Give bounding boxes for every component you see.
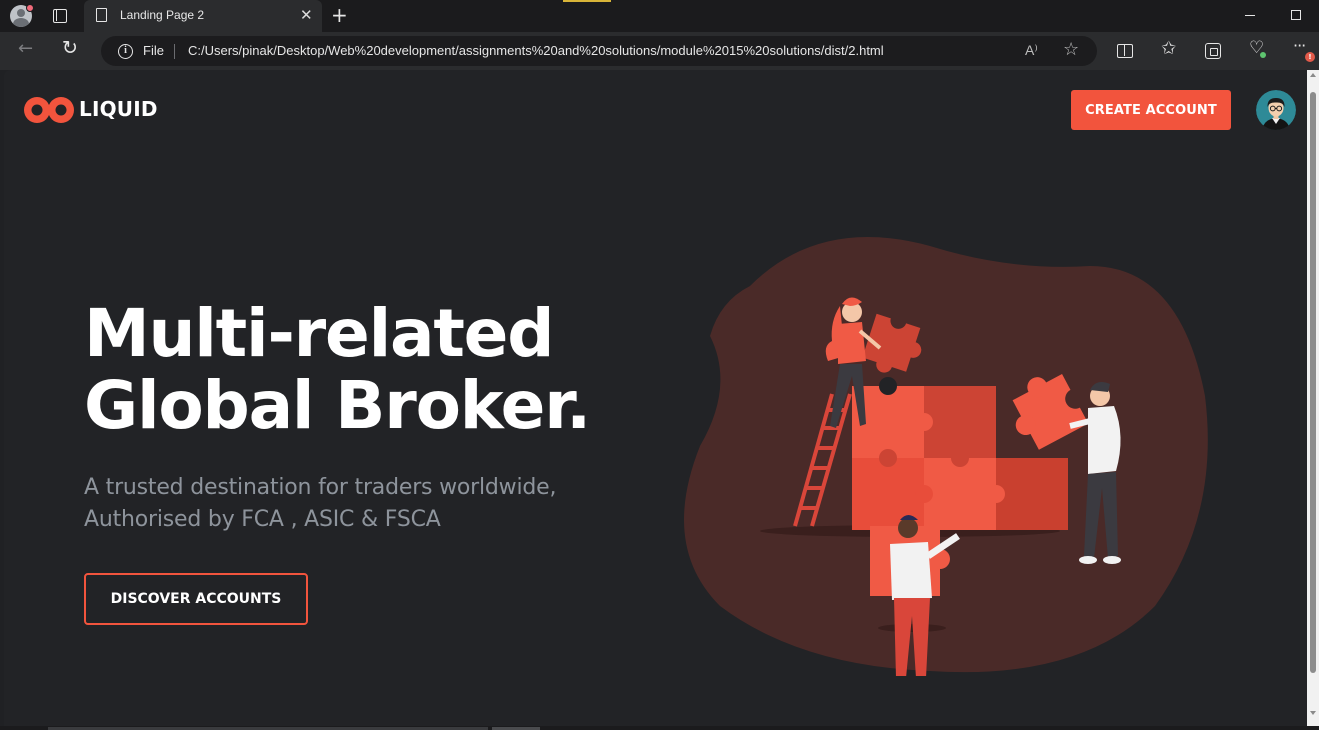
window-accent-mark	[563, 0, 611, 2]
user-avatar-icon[interactable]	[1256, 90, 1296, 130]
address-bar[interactable]: i File C:/Users/pinak/Desktop/Web%20deve…	[101, 36, 1097, 66]
new-tab-icon[interactable]: +	[331, 3, 348, 27]
browser-tab[interactable]: Landing Page 2 ✕	[84, 0, 322, 32]
back-arrow-icon[interactable]: ←	[18, 38, 33, 59]
browser-tab-bar: Landing Page 2 ✕ +	[0, 0, 1319, 32]
headline-line-2: Global Broker.	[84, 367, 591, 444]
tab-title: Landing Page 2	[120, 8, 205, 22]
ground-shadow-2	[878, 624, 946, 632]
logo-text: LIQUID	[79, 97, 158, 121]
split-screen-icon[interactable]	[1117, 44, 1133, 58]
discover-accounts-button[interactable]: DISCOVER ACCOUNTS	[84, 573, 308, 625]
reload-icon[interactable]: ↻	[62, 37, 78, 59]
avatar-graphic	[1256, 90, 1296, 130]
close-tab-icon[interactable]: ✕	[300, 6, 313, 24]
address-scheme-label: File	[143, 43, 164, 58]
favorite-star-icon[interactable]: ☆	[1063, 39, 1079, 60]
site-info-icon[interactable]: i	[118, 44, 133, 59]
infinity-logo-icon	[24, 97, 74, 123]
subtext-line-1: A trusted destination for traders worldw…	[84, 475, 557, 500]
puzzle-team-illustration	[684, 237, 1208, 676]
create-account-button[interactable]: CREATE ACCOUNT	[1071, 90, 1231, 130]
update-badge-icon: !	[1305, 52, 1315, 62]
tab-actions-icon[interactable]	[53, 9, 67, 23]
more-menu-icon[interactable]: ···	[1293, 36, 1306, 55]
maximize-icon[interactable]	[1291, 10, 1301, 20]
read-aloud-icon[interactable]: A⁾	[1025, 42, 1038, 59]
collections-icon[interactable]	[1205, 43, 1221, 59]
scroll-down-arrow-icon[interactable]	[1310, 711, 1316, 715]
headline-line-1: Multi-related	[84, 295, 554, 372]
url-text[interactable]: C:/Users/pinak/Desktop/Web%20development…	[188, 43, 884, 58]
scroll-up-arrow-icon[interactable]	[1310, 73, 1316, 77]
performance-status-dot	[1260, 52, 1266, 58]
profile-notification-dot	[26, 4, 34, 12]
page-viewport: LIQUID CREATE ACCOUNT Multi-related Glob…	[4, 70, 1307, 726]
hero-headline: Multi-related Global Broker.	[84, 298, 684, 442]
subtext-line-2: Authorised by FCA , ASIC & FSCA	[84, 507, 441, 532]
address-separator	[174, 44, 175, 59]
scrollbar-thumb[interactable]	[1310, 92, 1316, 673]
favorites-icon[interactable]: ✩	[1161, 38, 1176, 59]
hero-subtext: A trusted destination for traders worldw…	[84, 472, 644, 536]
browser-toolbar: ← ↻ i File C:/Users/pinak/Desktop/Web%20…	[0, 32, 1319, 70]
minimize-icon[interactable]	[1245, 15, 1255, 16]
page-icon	[96, 8, 107, 22]
